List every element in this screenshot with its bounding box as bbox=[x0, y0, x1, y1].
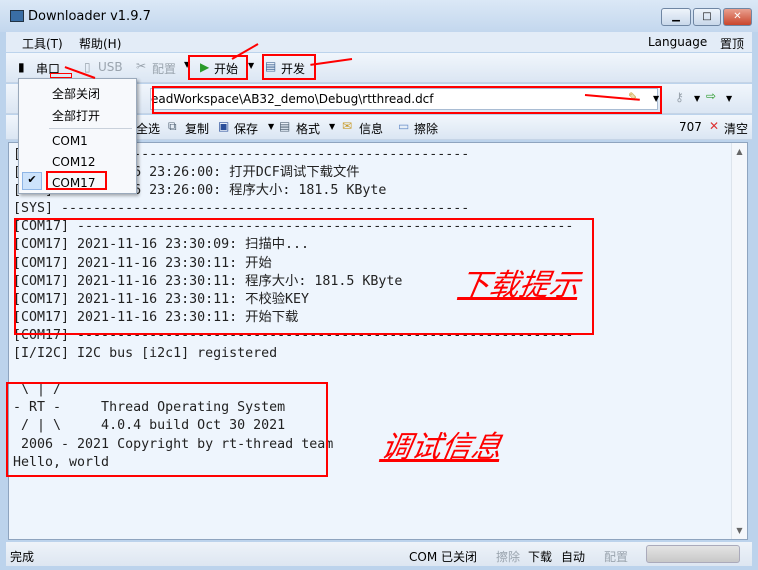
erase-icon: ▭ bbox=[398, 119, 410, 133]
menu-bar: 工具(T) 帮助(H) Language 置顶 bbox=[6, 32, 752, 52]
highlight-start bbox=[188, 55, 248, 80]
menu-item-open-all[interactable]: 全部打开 bbox=[52, 107, 100, 124]
menu-topmost[interactable]: 置顶 bbox=[720, 35, 744, 52]
progress-bar bbox=[646, 545, 740, 563]
annotation-debug-info: 调试信息 bbox=[378, 430, 505, 465]
status-com: COM 已关闭 bbox=[409, 550, 477, 564]
vertical-scrollbar[interactable]: ▲ ▼ bbox=[731, 143, 747, 539]
start-dropdown-icon[interactable]: ▼ bbox=[248, 61, 254, 70]
format-icon: ▤ bbox=[279, 119, 291, 133]
line-count: 707 bbox=[679, 120, 702, 134]
menu-item-com1[interactable]: COM1 bbox=[52, 134, 88, 148]
title-bar: Downloader v1.9.7 ▁ □ ✕ bbox=[0, 0, 758, 32]
clear-icon: ✕ bbox=[709, 119, 720, 133]
highlight-debug-log bbox=[6, 382, 328, 477]
format-button[interactable]: 格式 bbox=[296, 120, 320, 137]
save-dropdown-icon[interactable]: ▼ bbox=[268, 122, 274, 131]
usb-icon: ▯ bbox=[84, 60, 91, 74]
highlight-com17 bbox=[46, 171, 107, 190]
window-title: Downloader v1.9.7 bbox=[28, 9, 151, 24]
terminal-line: [I/I2C] I2C bus [i2c1] registered bbox=[13, 346, 278, 362]
config-button[interactable]: 配置 bbox=[152, 60, 176, 77]
status-bar: 完成 COM 已关闭 擦除 下载 自动 配置 bbox=[6, 542, 752, 566]
info-icon: ✉ bbox=[342, 119, 353, 133]
clear-button[interactable]: 清空 bbox=[724, 120, 748, 137]
status-state: 完成 bbox=[10, 550, 35, 564]
menu-language[interactable]: Language bbox=[648, 35, 707, 49]
maximize-button[interactable]: □ bbox=[693, 8, 721, 26]
status-download: 下载 bbox=[528, 550, 553, 564]
usb-button[interactable]: USB bbox=[98, 60, 123, 74]
status-erase: 擦除 bbox=[496, 550, 521, 564]
copy-button[interactable]: 复制 bbox=[185, 120, 209, 137]
app-icon bbox=[10, 10, 24, 22]
close-button[interactable]: ✕ bbox=[723, 8, 752, 26]
annotation-download-hint: 下载提示 bbox=[456, 268, 583, 303]
highlight-serial bbox=[50, 73, 72, 78]
menu-separator bbox=[49, 128, 132, 129]
menu-item-close-all[interactable]: 全部关闭 bbox=[52, 85, 100, 102]
info-button[interactable]: 信息 bbox=[359, 120, 383, 137]
import-icon[interactable]: ⇨ bbox=[706, 89, 716, 103]
highlight-develop bbox=[262, 54, 316, 80]
status-config: 配置 bbox=[604, 550, 629, 564]
highlight-path bbox=[152, 86, 662, 114]
format-dropdown-icon[interactable]: ▼ bbox=[329, 122, 335, 131]
serial-icon: ▮ bbox=[18, 60, 25, 74]
select-all-button[interactable]: 全选 bbox=[136, 120, 160, 137]
menu-item-com12[interactable]: COM12 bbox=[52, 155, 95, 169]
key-dropdown-icon[interactable]: ▼ bbox=[694, 94, 700, 103]
menu-help[interactable]: 帮助(H) bbox=[79, 35, 121, 52]
save-icon: ▣ bbox=[218, 119, 230, 133]
terminal-output[interactable]: [SYS] ----------------------------------… bbox=[8, 142, 748, 540]
minimize-button[interactable]: ▁ bbox=[661, 8, 691, 26]
terminal-line: [SYS] ----------------------------------… bbox=[13, 201, 470, 217]
status-auto: 自动 bbox=[561, 550, 586, 564]
menu-tools[interactable]: 工具(T) bbox=[22, 35, 63, 52]
key-icon[interactable]: ⚷ bbox=[675, 90, 684, 104]
checkmark-icon: ✔ bbox=[22, 172, 42, 190]
tools-icon: ✂ bbox=[136, 59, 147, 73]
erase-button[interactable]: 擦除 bbox=[414, 120, 438, 137]
copy-icon: ⧉ bbox=[168, 119, 177, 133]
save-button[interactable]: 保存 bbox=[234, 120, 258, 137]
import-dropdown-icon[interactable]: ▼ bbox=[726, 94, 732, 103]
